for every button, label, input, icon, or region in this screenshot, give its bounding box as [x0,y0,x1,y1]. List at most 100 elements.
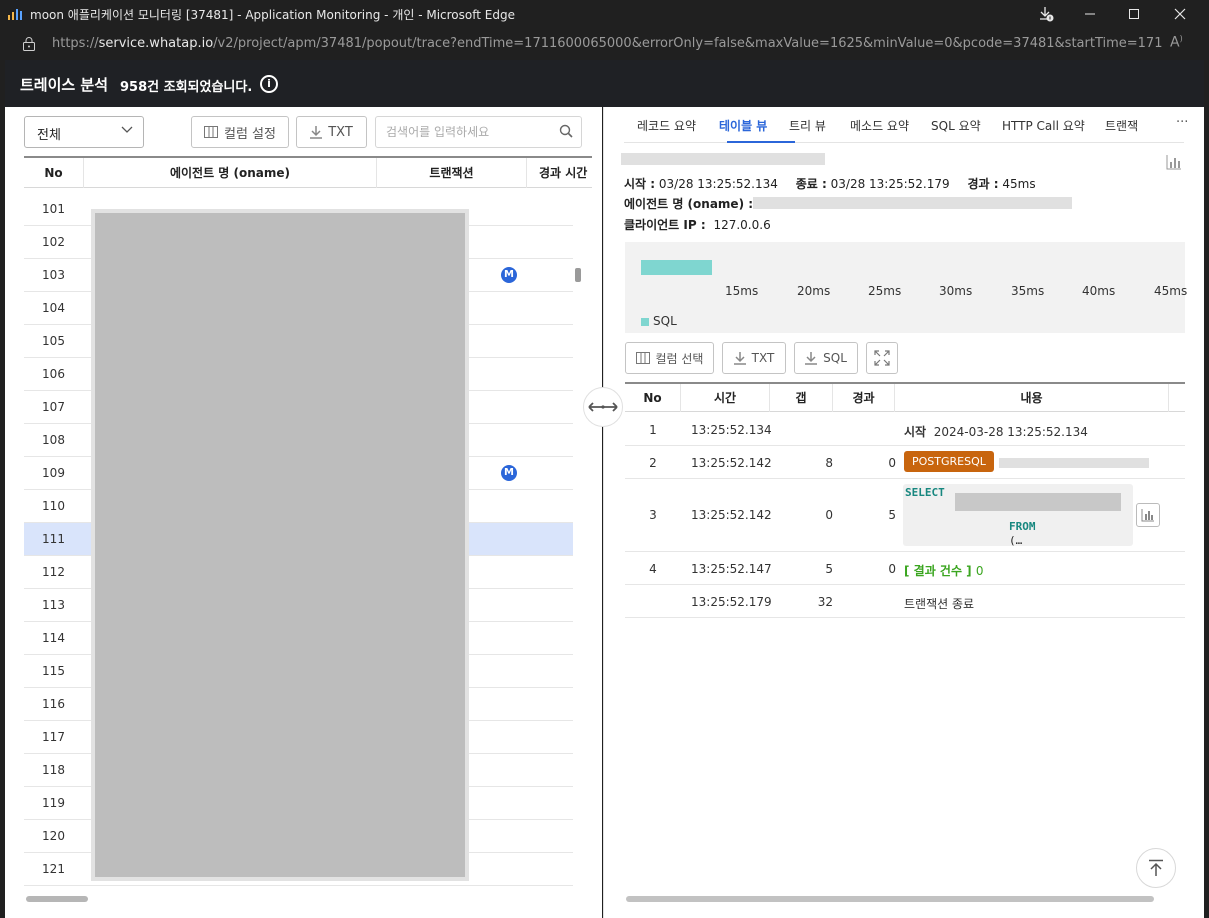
row-no: 112 [42,565,65,579]
vertical-scrollbar[interactable] [575,268,581,282]
start-marker: 시작 [904,425,927,439]
table-row[interactable]: 2 13:25:52.142 8 0 POSTGRESQL [625,446,1185,479]
row-content: 시작 2024-03-28 13:25:52.134 [904,423,1088,440]
downloads-icon[interactable] [1024,0,1068,28]
trace-detail-panel: 레코드 요약 테이블 뷰 트리 뷰 메소드 요약 SQL 요약 HTTP Cal… [603,107,1204,918]
arrow-up-to-top-icon [1149,859,1163,876]
row-time: 13:25:52.142 [691,456,772,470]
sql-chart-button[interactable] [1136,503,1160,527]
maximize-button[interactable] [1112,0,1156,28]
url-text[interactable]: https://service.whatap.io/v2/project/apm… [52,36,1162,51]
elapsed-label: 경과 : [967,177,999,191]
download-icon [733,351,746,365]
panel-resize-handle[interactable] [583,387,623,427]
read-aloud-icon[interactable]: A) [1170,34,1183,51]
browser-window: moon 애플리케이션 모니터링 [37481] - Application M… [0,0,1209,918]
sql-statement[interactable]: SELECT FROM (… [903,484,1133,547]
timeline-sql-bar[interactable] [641,260,712,275]
scroll-to-top-button[interactable] [1136,848,1176,888]
col-no[interactable]: No [625,384,681,412]
row-no: 110 [42,499,65,513]
minimize-button[interactable] [1068,0,1112,28]
row-no: 103 [42,268,65,282]
row-time: 13:25:52.179 [691,595,772,609]
row-elapsed: 0 [888,562,896,576]
sql-download-button[interactable]: SQL [794,342,858,374]
tab-tree-view[interactable]: 트리 뷰 [789,117,826,134]
col-content[interactable]: 내용 [895,384,1169,412]
row-no: 105 [42,334,65,348]
tab-transaction[interactable]: 트랜잭 [1105,117,1141,134]
row-no: 106 [42,367,65,381]
col-elapsed[interactable]: 경과 [833,384,895,412]
columns-icon [204,126,218,138]
method-badge: M [501,465,517,481]
column-settings-button[interactable]: 컬럼 설정 [191,116,289,148]
row-no: 120 [42,829,65,843]
column-select-label: 컬럼 선택 [655,351,704,366]
db-type-badge: POSTGRESQL [904,451,994,472]
table-row[interactable]: 1 13:25:52.134 시작 2024-03-28 13:25:52.13… [625,413,1185,446]
column-select-button[interactable]: 컬럼 선택 [625,342,714,374]
row-no: 111 [42,532,65,546]
redacted-sql-columns [955,493,1121,511]
tab-http-call-summary[interactable]: HTTP Call 요약 [1002,117,1085,134]
close-button[interactable] [1158,0,1202,28]
row-time: 13:25:52.142 [691,508,772,522]
tab-method-summary[interactable]: 메소드 요약 [850,117,909,134]
row-no: 119 [42,796,65,810]
event-table-header: No 시간 갭 경과 내용 [625,382,1185,412]
info-icon[interactable]: i [260,75,278,93]
address-bar[interactable]: https://service.whatap.io/v2/project/apm… [0,28,1209,60]
bar-chart-icon[interactable] [1166,154,1182,170]
row-no: 117 [42,730,65,744]
table-row[interactable]: 4 13:25:52.147 5 0 [ 결과 건수 ] 0 [625,552,1185,585]
row-no: 116 [42,697,65,711]
col-agent-name[interactable]: 에이전트 명 (oname) [84,158,377,188]
start-datetime: 2024-03-28 13:25:52.134 [933,425,1088,439]
row-no: 109 [42,466,65,480]
trace-analysis-header: 트레이스 분석 958건 조회되었습니다. i [5,60,1204,107]
col-no[interactable]: No [24,158,84,188]
row-no: 4 [649,562,657,576]
redacted-agent-column [91,209,469,881]
end-value: 03/28 13:25:52.179 [830,177,950,191]
column-settings-label: 컬럼 설정 [224,126,276,142]
txt-label: TXT [328,124,353,140]
row-time: 13:25:52.134 [691,423,772,437]
search-input[interactable] [375,116,582,148]
tab-record-summary[interactable]: 레코드 요약 [637,117,696,134]
row-no: 107 [42,400,65,414]
search-icon[interactable] [559,124,573,138]
row-no: 2 [649,456,657,470]
row-no: 114 [42,631,65,645]
horizontal-scrollbar[interactable] [26,896,88,902]
col-transaction[interactable]: 트랜잭션 [377,158,527,188]
active-tab-underline [727,141,795,143]
col-elapsed[interactable]: 경과 시간 [527,158,592,188]
tab-sql-summary[interactable]: SQL 요약 [931,117,981,134]
filter-select[interactable]: 전체 [24,116,144,148]
table-row[interactable]: 3 13:25:52.142 0 5 SELECT FROM (… [625,479,1185,552]
horizontal-scrollbar[interactable] [626,896,1154,902]
col-time[interactable]: 시간 [681,384,770,412]
result-count-row: [ 결과 건수 ] 0 [904,562,984,579]
elapsed-value: 45ms [1002,177,1036,191]
more-tabs-icon[interactable]: ··· [1176,115,1188,130]
columns-icon [635,352,650,364]
transaction-end: 트랜잭션 종료 [904,597,975,611]
filter-select-value: 전체 [37,128,61,143]
page-title: 트레이스 분석 [20,76,109,94]
txt-download-button[interactable]: TXT [722,342,786,374]
sql-keyword-select: SELECT [905,486,945,499]
timeline-chart: 15ms 20ms 25ms 30ms 35ms 40ms 45ms SQL [625,242,1187,333]
txt-download-button[interactable]: TXT [296,116,367,148]
bar-chart-icon [1141,509,1154,522]
table-row[interactable]: 13:25:52.179 32 트랜잭션 종료 [625,585,1185,618]
col-gap[interactable]: 갭 [770,384,833,412]
expand-icon [874,350,890,366]
row-no: 121 [42,862,65,876]
tab-table-view[interactable]: 테이블 뷰 [719,117,767,134]
row-time: 13:25:52.147 [691,562,772,576]
expand-button[interactable] [866,342,898,374]
